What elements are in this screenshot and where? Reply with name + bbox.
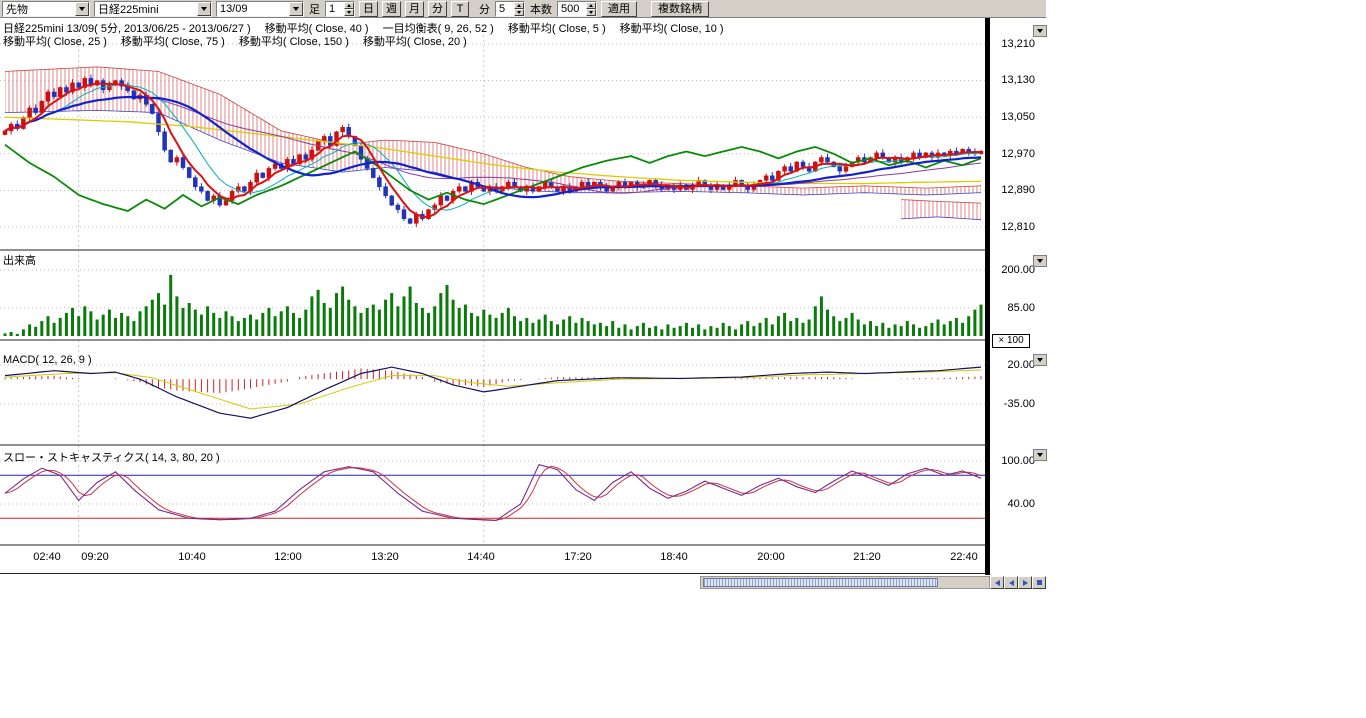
axis-divider <box>985 18 990 575</box>
bar-count-value: 500 <box>561 3 579 15</box>
chevron-down-icon[interactable] <box>197 2 211 16</box>
macd-axis-label: 20.00 <box>1007 359 1035 371</box>
time-axis-label: 22:40 <box>944 551 984 563</box>
scroll-right-button[interactable] <box>1018 576 1032 589</box>
price-panel-menu-button[interactable] <box>1033 25 1047 37</box>
instrument-select[interactable]: 日経225mini <box>94 1 212 17</box>
volume-panel-menu-button[interactable] <box>1033 255 1047 267</box>
chevron-down-icon[interactable] <box>75 2 89 16</box>
volume-panel-title: 出来高 <box>3 252 36 268</box>
dropdown-triangle-icon <box>1037 259 1043 263</box>
arrow-left-icon <box>1009 580 1014 586</box>
period-minute-button[interactable]: 分 <box>428 1 447 17</box>
time-axis-label: 17:20 <box>558 551 598 563</box>
scroll-left-button[interactable] <box>1004 576 1018 589</box>
stoch-axis-label: 40.00 <box>1007 498 1035 510</box>
dropdown-triangle-icon <box>1037 29 1043 33</box>
minute-value: 5 <box>499 3 505 15</box>
spinner-down-icon[interactable] <box>344 9 354 16</box>
contract-month-value: 13/09 <box>220 3 248 15</box>
horizontal-scrollbar <box>700 576 1046 589</box>
time-axis-label: 13:20 <box>365 551 405 563</box>
time-axis-label: 09:20 <box>75 551 115 563</box>
multi-symbol-button[interactable]: 複数銘柄 <box>651 1 709 17</box>
stop-square-icon <box>1037 580 1042 585</box>
volume-axis-label: 200.00 <box>1001 264 1035 276</box>
price-axis-label: 12,970 <box>1001 148 1035 160</box>
macd-panel-title: MACD( 12, 26, 9 ) <box>3 354 92 366</box>
period-tick-button[interactable]: T <box>451 1 469 17</box>
stoch-panel-menu-button[interactable] <box>1033 449 1047 461</box>
minute-label: 分 <box>479 1 490 17</box>
scroll-button-group <box>990 576 1046 589</box>
spinner-up-icon[interactable] <box>344 2 354 9</box>
spinner-down-icon[interactable] <box>586 9 596 16</box>
dropdown-triangle-icon <box>1037 358 1043 362</box>
scroll-end-button[interactable] <box>1032 576 1046 589</box>
time-axis-label: 18:40 <box>654 551 694 563</box>
arrow-right-icon <box>1023 580 1028 586</box>
price-axis-label: 13,210 <box>1001 38 1035 50</box>
instrument-type-value: 先物 <box>6 1 28 17</box>
bar-interval-value: 1 <box>329 3 335 15</box>
price-axis-label: 13,050 <box>1001 111 1035 123</box>
main-toolbar: 先物 日経225mini 13/09 足 1 日 週 月 分 T 分 5 本数 … <box>0 0 1046 18</box>
scrollbar-thumb[interactable] <box>703 578 938 587</box>
chevron-down-icon[interactable] <box>289 2 303 16</box>
spinner-up-icon[interactable] <box>514 2 524 9</box>
contract-month-select[interactable]: 13/09 <box>216 1 304 17</box>
chart-canvas[interactable] <box>0 18 986 575</box>
arrow-left-icon <box>995 580 1000 586</box>
time-axis-label: 12:00 <box>268 551 308 563</box>
time-axis-label: 10:40 <box>172 551 212 563</box>
price-axis-label: 12,810 <box>1001 221 1035 233</box>
time-axis-label: 02:40 <box>27 551 67 563</box>
period-week-button[interactable]: 週 <box>382 1 401 17</box>
spinner[interactable] <box>514 2 524 16</box>
bar-count-label: 本数 <box>530 1 552 17</box>
time-axis-label: 21:20 <box>847 551 887 563</box>
instrument-type-select[interactable]: 先物 <box>2 1 90 17</box>
time-axis: 02:40 09:20 10:40 12:00 13:20 14:40 17:20 18:40… <box>0 551 986 565</box>
apply-button[interactable]: 適用 <box>601 1 637 17</box>
macd-panel-menu-button[interactable] <box>1033 354 1047 366</box>
price-axis-label: 13,130 <box>1001 74 1035 86</box>
scroll-start-button[interactable] <box>990 576 1004 589</box>
chart-application-window: 先物 日経225mini 13/09 足 1 日 週 月 分 T 分 5 本数 … <box>0 0 1366 718</box>
volume-multiplier-badge: × 100 <box>992 334 1030 348</box>
spinner[interactable] <box>344 2 354 16</box>
stoch-axis-label: 100.00 <box>1001 455 1035 467</box>
macd-axis-label: -35.00 <box>1004 398 1035 410</box>
scrollbar-track[interactable] <box>700 576 990 589</box>
bar-interval-input[interactable]: 1 <box>325 1 355 17</box>
instrument-value: 日経225mini <box>98 1 159 17</box>
axis-column: 13,210 13,130 13,050 12,970 12,890 12,81… <box>992 18 1050 590</box>
time-axis-label: 20:00 <box>751 551 791 563</box>
spinner[interactable] <box>586 2 596 16</box>
minute-input[interactable]: 5 <box>495 1 525 17</box>
volume-axis-label: 85.00 <box>1007 302 1035 314</box>
bar-count-input[interactable]: 500 <box>557 1 597 17</box>
bar-type-label: 足 <box>309 1 320 17</box>
time-axis-label: 14:40 <box>461 551 501 563</box>
stoch-panel-title: スロー・ストキャスティクス( 14, 3, 80, 20 ) <box>3 449 220 465</box>
spinner-up-icon[interactable] <box>586 2 596 9</box>
period-day-button[interactable]: 日 <box>359 1 378 17</box>
spinner-down-icon[interactable] <box>514 9 524 16</box>
dropdown-triangle-icon <box>1037 453 1043 457</box>
period-month-button[interactable]: 月 <box>405 1 424 17</box>
price-axis-label: 12,890 <box>1001 184 1035 196</box>
